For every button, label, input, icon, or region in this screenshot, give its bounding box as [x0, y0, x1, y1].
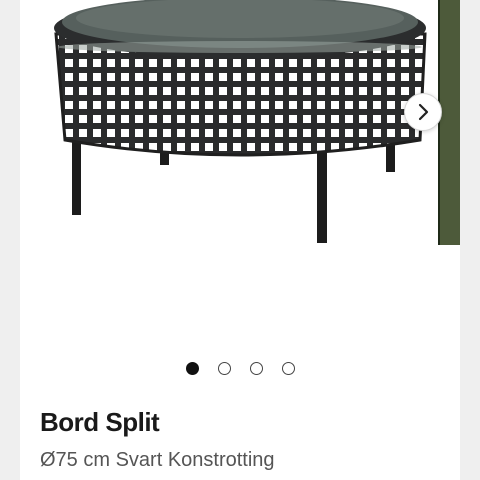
- pagination-dot-4[interactable]: [281, 362, 295, 375]
- image-gallery[interactable]: [20, 0, 460, 345]
- right-page-gutter: [460, 0, 480, 480]
- listing-subtitle: Ø75 cm Svart Konstrotting: [40, 449, 275, 471]
- gallery-pagination: [20, 362, 460, 376]
- listing-title: Bord Split: [40, 407, 160, 437]
- pagination-dot-3[interactable]: [249, 362, 263, 375]
- next-image-button[interactable]: [404, 93, 442, 131]
- pagination-dot-1[interactable]: [185, 362, 199, 375]
- next-image-preview: [438, 0, 460, 245]
- left-page-gutter: [0, 0, 20, 480]
- chevron-right-icon: [416, 103, 430, 121]
- listing-card: Bord Split Ø75 cm Svart Konstrotting: [20, 0, 460, 480]
- pagination-dot-2[interactable]: [217, 362, 231, 375]
- product-image: [54, 0, 427, 243]
